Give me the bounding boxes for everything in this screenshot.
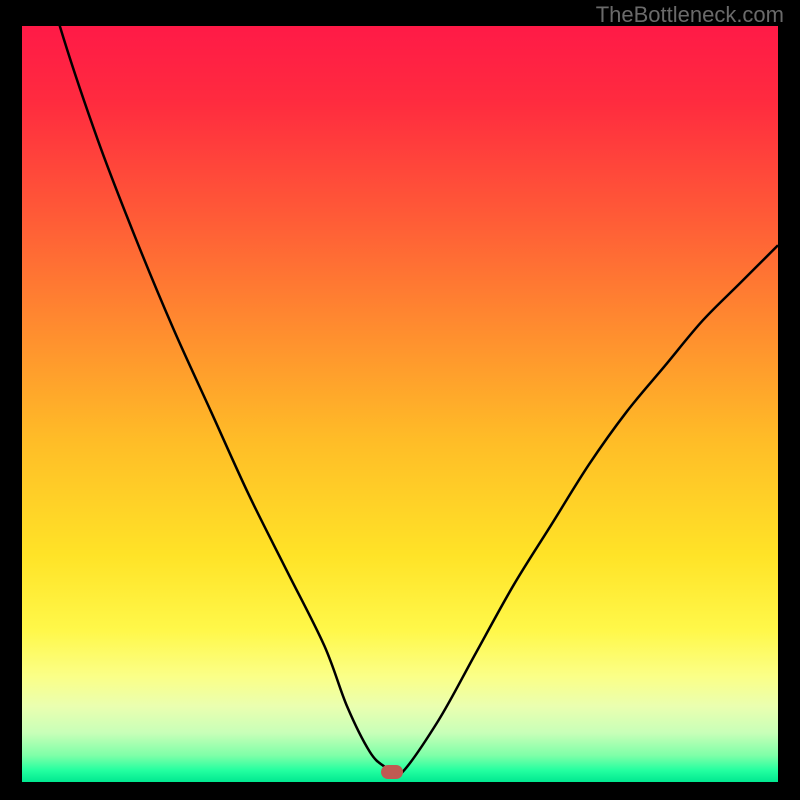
plot-area — [22, 26, 778, 782]
watermark-text: TheBottleneck.com — [596, 2, 784, 28]
chart-frame: TheBottleneck.com — [0, 0, 800, 800]
minimum-marker — [381, 765, 403, 779]
bottleneck-curve — [22, 26, 778, 782]
